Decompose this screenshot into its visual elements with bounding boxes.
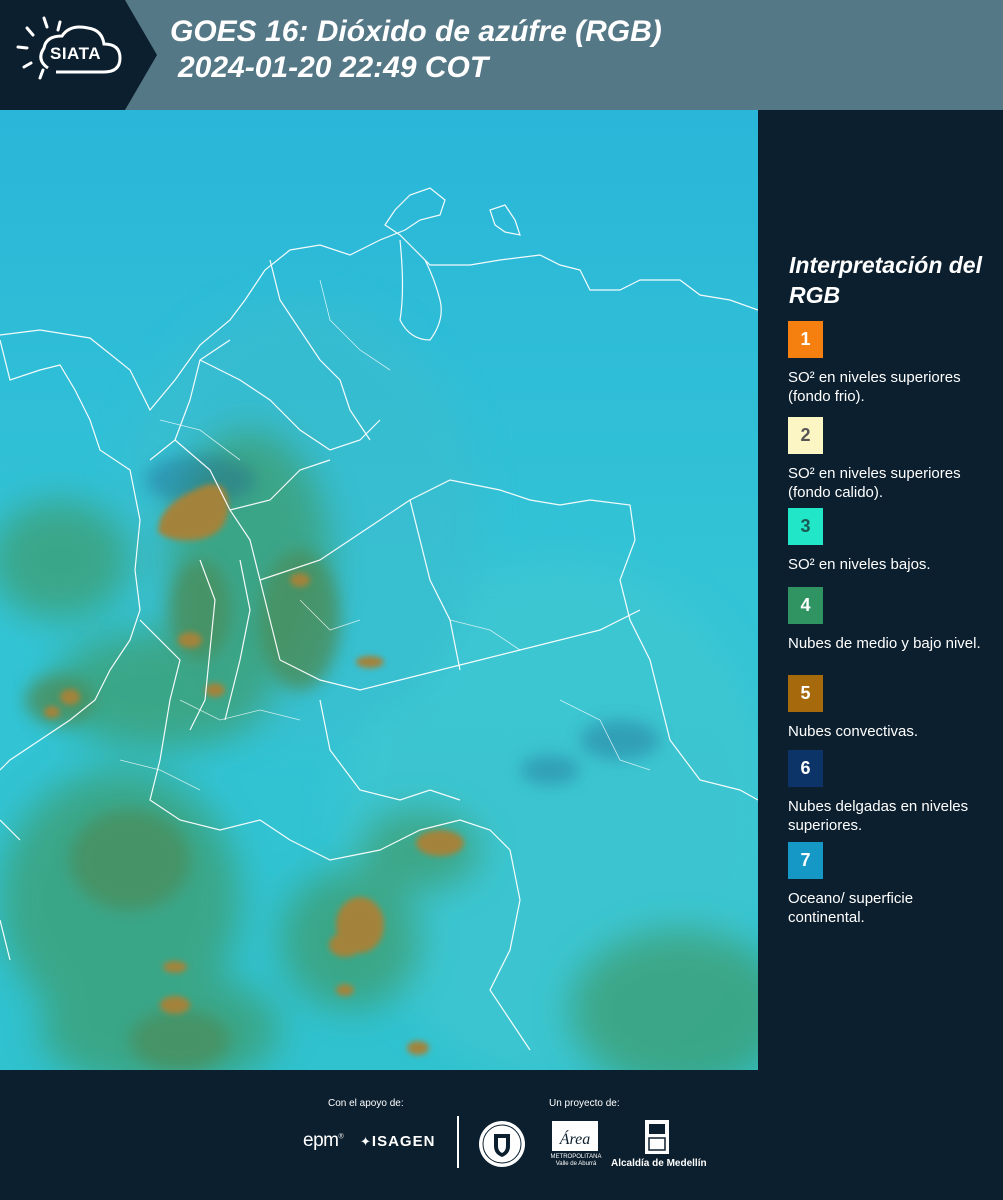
legend-item-7: 7 Oceano/ superficie continental. xyxy=(788,842,988,927)
map-image xyxy=(0,110,758,1070)
title-timestamp: 2024-01-20 22:49 COT xyxy=(178,51,489,84)
legend-swatch-2: 2 xyxy=(788,417,823,454)
legend-label-4: Nubes de medio y bajo nivel. xyxy=(788,635,981,652)
medellin-seal-icon[interactable] xyxy=(478,1120,526,1168)
legend-item-6: 6 Nubes delgadas en niveles superiores. xyxy=(788,750,988,835)
epm-logo[interactable]: epm® xyxy=(303,1130,344,1152)
legend-number-1: 1 xyxy=(800,329,811,349)
amva-logo-text: Área xyxy=(559,1129,591,1148)
epm-logo-text: epm xyxy=(303,1130,339,1151)
legend-item-5: 5 Nubes convectivas. xyxy=(788,675,988,760)
legend-number-5: 5 xyxy=(800,683,811,703)
footer-divider xyxy=(457,1116,459,1168)
isagen-logo[interactable]: ✦ISAGEN xyxy=(360,1133,435,1150)
project-label: Un proyecto de: xyxy=(549,1098,620,1109)
legend-swatch-4: 4 xyxy=(788,587,823,624)
legend-number-3: 3 xyxy=(800,516,811,536)
legend-swatch-5: 5 xyxy=(788,675,823,712)
support-label: Con el apoyo de: xyxy=(328,1098,404,1109)
legend-swatch-6: 6 xyxy=(788,750,823,787)
siata-logo[interactable]: SIATA xyxy=(0,0,160,110)
legend-label-1: SO² en niveles superiores (fondo frio). xyxy=(788,369,961,405)
logo-text: SIATA xyxy=(50,44,101,63)
legend-swatch-3: 3 xyxy=(788,508,823,545)
legend-panel: Interpretación del RGB 1 SO² en niveles … xyxy=(760,110,1003,1070)
isagen-logo-text: ISAGEN xyxy=(371,1133,436,1150)
legend-label-6: Nubes delgadas en niveles superiores. xyxy=(788,798,969,834)
legend-item-2: 2 SO² en niveles superiores (fondo calid… xyxy=(788,417,988,502)
satellite-map[interactable] xyxy=(0,110,758,1070)
alcaldia-text: Alcaldía de Medellín xyxy=(611,1158,707,1169)
legend-item-1: 1 SO² en niveles superiores (fondo frio)… xyxy=(788,321,988,406)
amva-subtext: METROPOLITANA Valle de Aburrá xyxy=(550,1154,602,1167)
legend-label-2: SO² en niveles superiores (fondo calido)… xyxy=(788,465,961,501)
legend-label-7: Oceano/ superficie continental. xyxy=(788,890,914,926)
legend-title: Interpretación del RGB xyxy=(789,252,982,308)
legend-swatch-7: 7 xyxy=(788,842,823,879)
legend-number-2: 2 xyxy=(800,425,811,445)
footer-bar: Con el apoyo de: Un proyecto de: epm® ✦I… xyxy=(0,1070,1003,1200)
legend-item-4: 4 Nubes de medio y bajo nivel. xyxy=(788,587,988,672)
legend-item-3: 3 SO² en niveles bajos. xyxy=(788,508,988,593)
isagen-mark-icon: ✦ xyxy=(360,1134,372,1149)
legend-number-6: 6 xyxy=(800,758,811,778)
legend-number-4: 4 xyxy=(800,595,811,615)
header-bar: SIATA GOES 16: Dióxido de azúfre (RGB) 2… xyxy=(0,0,1003,110)
legend-number-7: 7 xyxy=(800,850,811,870)
page-title: GOES 16: Dióxido de azúfre (RGB) 2024-01… xyxy=(170,14,662,86)
legend-swatch-1: 1 xyxy=(788,321,823,358)
alcaldia-emblem-icon[interactable] xyxy=(643,1118,671,1156)
title-product: GOES 16: Dióxido de azúfre (RGB) xyxy=(170,15,662,48)
